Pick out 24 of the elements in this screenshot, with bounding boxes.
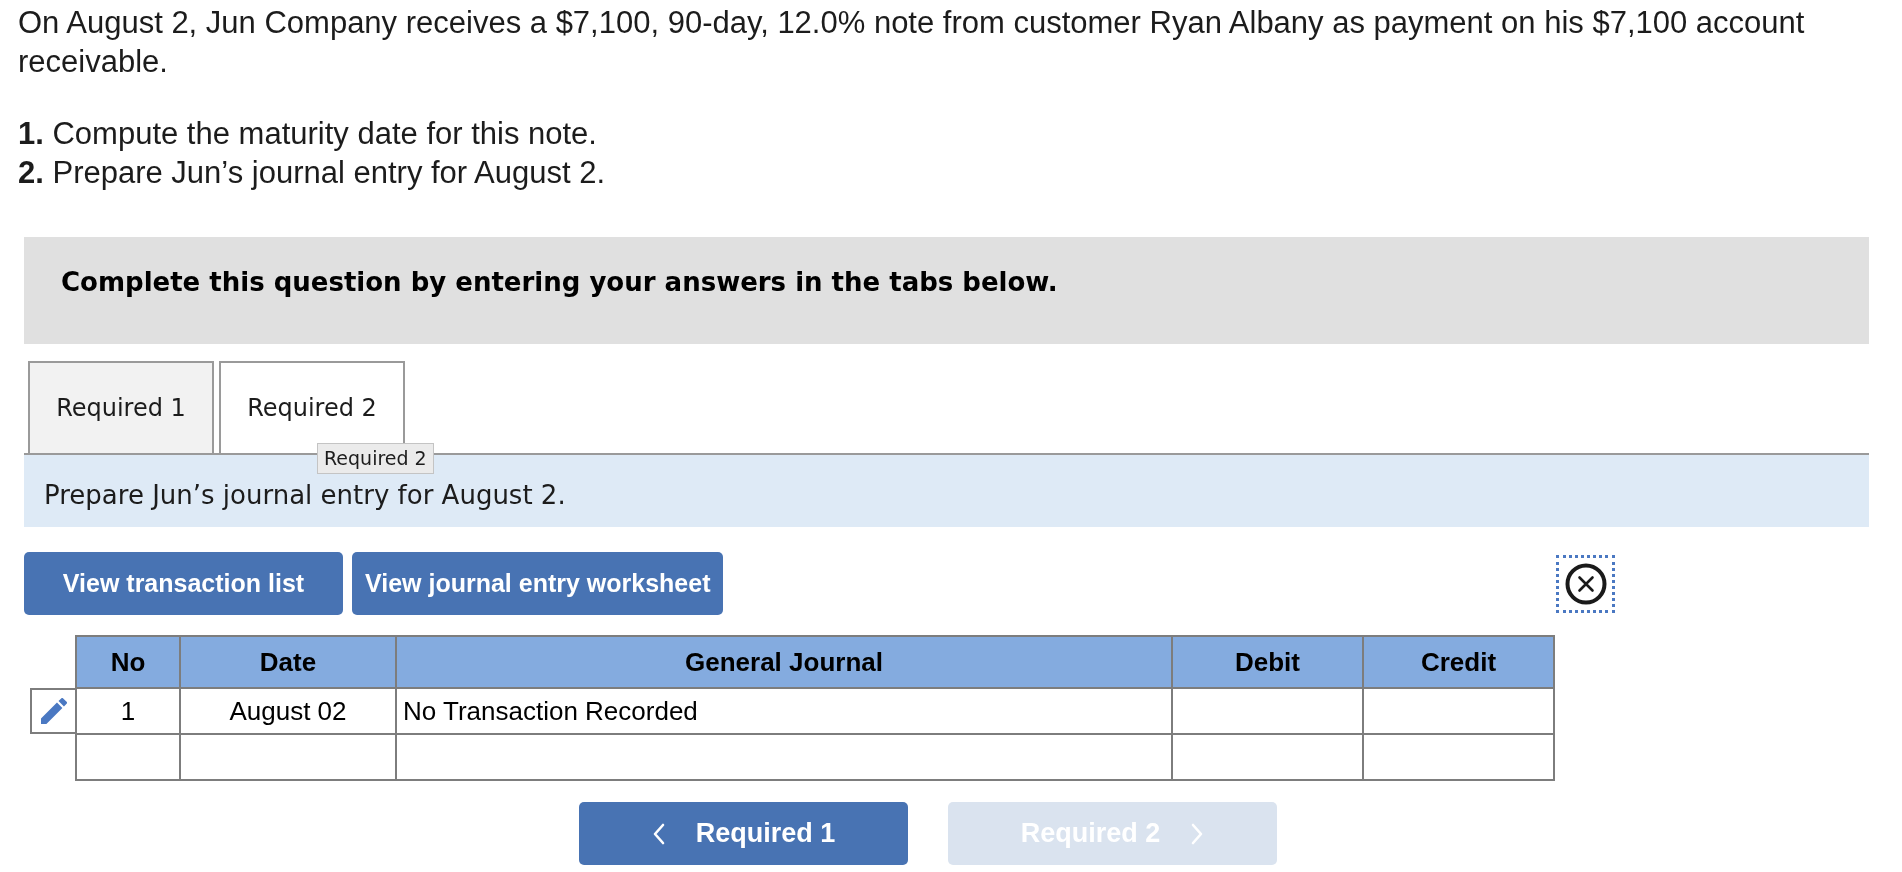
column-header: General Journal [396,636,1172,688]
task-text: 2. Prepare Jun’s journal entry for August 2. [18,154,607,192]
task-text: 1. Compute the maturity date for this note. [18,115,598,153]
tab[interactable]: Required 1 [28,361,214,453]
nav-button[interactable]: Required 1 [579,802,908,865]
view-button[interactable]: View journal entry worksheet [352,552,724,615]
edit-button[interactable] [30,688,75,734]
chevron-left-icon [651,822,666,845]
tooltip: Required 2 [317,443,434,474]
column-header: Date [180,636,396,688]
column-header: No [76,636,180,688]
instructions-banner: Complete this question by entering your answers in the tabs below. [24,237,1869,344]
pencil-icon [40,698,67,724]
table-cell: 1 [120,695,136,726]
chevron-right-icon [1190,822,1205,845]
column-header: Credit [1363,636,1554,688]
view-button[interactable]: View transaction list [24,552,343,615]
problem-text: On August 2, Jun Company receives a $7,100, 90-day, 12.0% note from customer Ryan Albany as payment on his $7,100 account receivable. [18,4,1806,81]
prompt-text: Prepare Jun’s journal entry for August 2. [44,480,566,510]
table-cell: No Transaction Recorded [403,695,698,726]
close-icon [1564,562,1607,605]
close-button[interactable] [1556,554,1615,613]
table-cell: August 02 [229,695,347,726]
column-header: Debit [1172,636,1363,688]
